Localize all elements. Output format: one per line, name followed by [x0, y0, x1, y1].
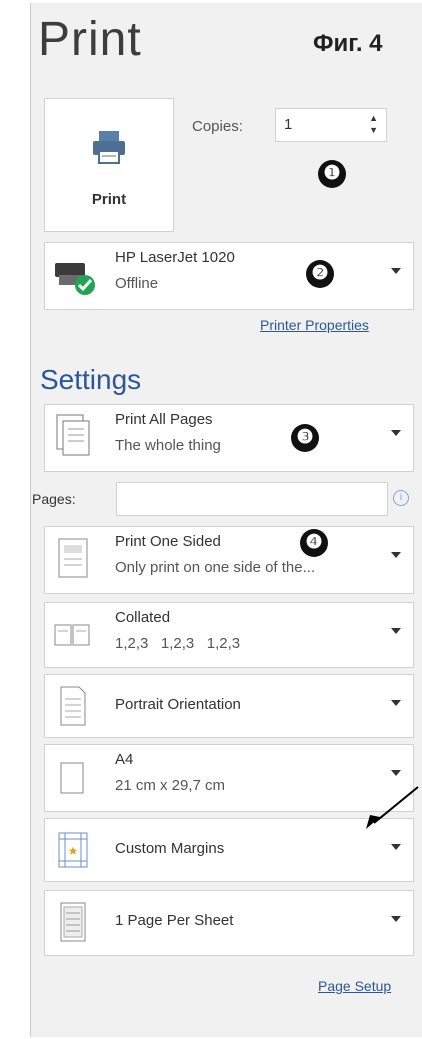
page-setup-link[interactable]: Page Setup — [318, 978, 391, 994]
copies-stepper[interactable]: 1 ▲ ▼ — [275, 108, 387, 142]
print-range-title: Print All Pages — [115, 411, 213, 428]
arrow-pointer-icon — [366, 786, 419, 829]
copies-label: Copies: — [192, 118, 243, 135]
marker-2: ❷ — [306, 260, 334, 288]
pages-input[interactable] — [116, 482, 388, 516]
printer-status: Offline — [115, 275, 159, 292]
per-sheet-icon — [60, 902, 86, 942]
info-icon[interactable]: i — [393, 490, 409, 506]
print-range-dropdown[interactable]: Print All Pages The whole thing — [44, 404, 414, 472]
chevron-down-icon — [391, 770, 401, 776]
copies-value: 1 — [284, 116, 293, 133]
paper-size-dropdown[interactable]: A4 21 cm x 29,7 cm — [44, 744, 414, 812]
svg-text:★: ★ — [68, 844, 79, 858]
marker-3: ❸ — [291, 424, 319, 452]
margins-title: Custom Margins — [115, 840, 225, 857]
sides-dropdown[interactable]: Print One Sided Only print on one side o… — [44, 526, 414, 594]
printer-properties-link[interactable]: Printer Properties — [260, 317, 369, 333]
page-title: Print — [38, 13, 142, 66]
print-button[interactable]: Print — [44, 98, 174, 232]
chevron-down-icon — [391, 844, 401, 850]
pages-icon — [56, 414, 90, 456]
chevron-down-icon — [391, 916, 401, 922]
printer-name: HP LaserJet 1020 — [115, 249, 235, 266]
print-button-label: Print — [91, 191, 127, 208]
chevron-down-icon — [391, 628, 401, 634]
sides-subtitle: Only print on one side of the... — [115, 559, 316, 576]
sides-title: Print One Sided — [115, 533, 221, 550]
decrement-icon[interactable]: ▼ — [369, 126, 378, 135]
chevron-down-icon — [391, 430, 401, 436]
increment-icon[interactable]: ▲ — [369, 114, 378, 123]
margins-dropdown[interactable]: ★ Custom Margins — [44, 818, 414, 882]
paper-subtitle: 21 cm x 29,7 cm — [115, 777, 226, 794]
orientation-title: Portrait Orientation — [115, 696, 241, 713]
marker-4: ❹ — [300, 529, 328, 557]
pages-per-sheet-title: 1 Page Per Sheet — [115, 912, 234, 929]
collation-subtitle: 1,2,3 1,2,3 1,2,3 — [115, 635, 241, 652]
orientation-dropdown[interactable]: Portrait Orientation — [44, 674, 414, 738]
figure-label: Фиг. 4 — [313, 30, 383, 57]
collation-title: Collated — [115, 609, 171, 626]
paper-title: A4 — [115, 751, 134, 768]
paper-icon — [60, 762, 84, 794]
chevron-down-icon — [391, 700, 401, 706]
pages-label: Pages: — [32, 491, 76, 507]
printer-icon — [93, 131, 125, 164]
pages-per-sheet-dropdown[interactable]: 1 Page Per Sheet — [44, 890, 414, 956]
print-range-subtitle: The whole thing — [115, 437, 221, 454]
margins-icon: ★ — [58, 832, 88, 868]
chevron-down-icon — [391, 268, 401, 274]
portrait-icon — [60, 686, 86, 726]
settings-heading: Settings — [40, 364, 142, 395]
printer-status-icon — [55, 263, 95, 295]
chevron-down-icon — [391, 552, 401, 558]
collation-dropdown[interactable]: Collated 1,2,3 1,2,3 1,2,3 — [44, 602, 414, 668]
marker-1: ❶ — [318, 160, 346, 188]
printer-dropdown[interactable]: HP LaserJet 1020 Offline — [44, 242, 414, 310]
one-sided-icon — [58, 538, 88, 578]
collated-icon — [54, 624, 90, 646]
